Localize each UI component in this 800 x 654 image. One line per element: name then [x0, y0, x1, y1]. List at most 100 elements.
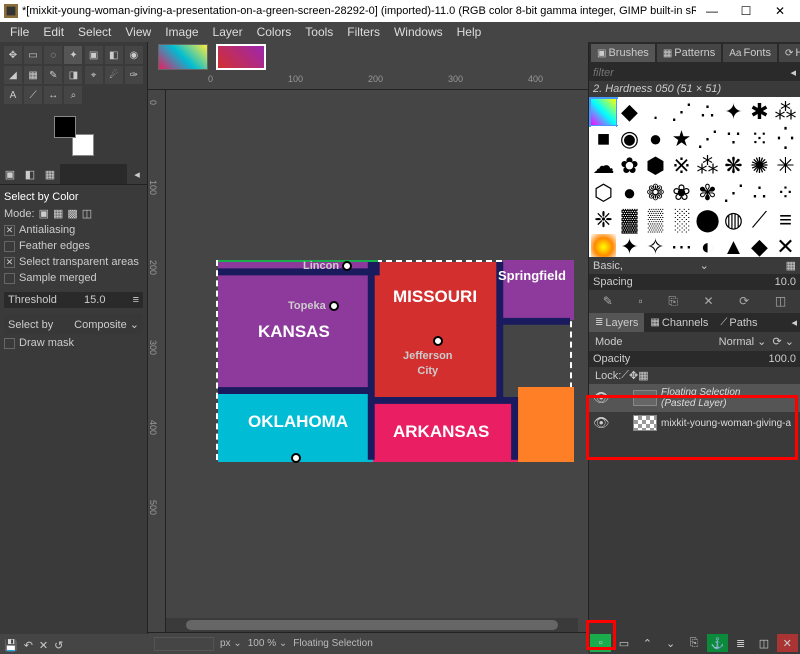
- menu-layer[interactable]: Layer: [207, 23, 249, 41]
- layer-group-button[interactable]: ▭: [613, 634, 634, 652]
- eye-icon[interactable]: 👁: [593, 415, 609, 431]
- devices-tab[interactable]: ◧: [20, 164, 40, 184]
- tool-path[interactable]: ✑: [125, 66, 143, 84]
- tab-brushes[interactable]: ▣ Brushes: [591, 44, 655, 62]
- lock-pixels-icon[interactable]: ⟋: [621, 369, 629, 382]
- lock-alpha-icon[interactable]: ▦: [638, 369, 648, 382]
- zoom-select[interactable]: 100 % ⌄: [248, 638, 288, 649]
- opacity-value[interactable]: 100.0: [768, 353, 796, 365]
- tab-history[interactable]: ⟳ History: [779, 44, 800, 62]
- tool-brush[interactable]: ✎: [44, 66, 62, 84]
- selectby-value[interactable]: Composite: [74, 319, 127, 331]
- close-button[interactable]: ✕: [764, 2, 796, 20]
- tool-text[interactable]: A: [4, 86, 22, 104]
- tab-layers[interactable]: ≣ Layers: [589, 313, 644, 332]
- spacing-value[interactable]: 10.0: [775, 276, 796, 288]
- tool-gradient[interactable]: ▦: [24, 66, 42, 84]
- antialias-checkbox[interactable]: ✕: [4, 225, 15, 236]
- threshold-stepper[interactable]: ≡: [133, 294, 139, 306]
- tab-paths[interactable]: ⟋ Paths: [714, 313, 763, 332]
- mode-intersect-icon[interactable]: ◫: [82, 207, 92, 220]
- tab-fonts[interactable]: Aa Fonts: [723, 44, 777, 62]
- new-brush-icon[interactable]: ▫: [638, 294, 642, 309]
- tool-picker[interactable]: ⟋: [24, 86, 42, 104]
- brush-grid-icon[interactable]: ▦: [786, 259, 796, 272]
- brush-filter-input[interactable]: [593, 67, 790, 79]
- horizontal-scrollbar[interactable]: [166, 618, 578, 632]
- open-brush-icon[interactable]: ◫: [775, 294, 786, 309]
- new-layer-button[interactable]: ▫: [590, 634, 611, 652]
- delete-preset-icon[interactable]: ✕: [39, 639, 48, 652]
- mode-replace-icon[interactable]: ▣: [39, 207, 49, 220]
- tab-patterns[interactable]: ▦ Patterns: [657, 44, 721, 62]
- edit-brush-icon[interactable]: ✎: [603, 294, 613, 309]
- menu-view[interactable]: View: [119, 23, 157, 41]
- layer-floating-selection[interactable]: 👁 Floating Selection(Pasted Layer): [589, 384, 800, 412]
- mode-subtract-icon[interactable]: ▩: [67, 207, 77, 220]
- dup-layer-button[interactable]: ⎘: [683, 634, 704, 652]
- del-brush-icon[interactable]: ✕: [704, 294, 714, 309]
- merge-layer-button[interactable]: ≣: [730, 634, 751, 652]
- refresh-brush-icon[interactable]: ⟳: [739, 294, 749, 309]
- tool-move[interactable]: ✥: [4, 46, 22, 64]
- menu-edit[interactable]: Edit: [37, 23, 70, 41]
- fg-color[interactable]: [54, 116, 76, 138]
- minimize-button[interactable]: —: [696, 2, 728, 20]
- tool-options-tab[interactable]: ▣: [0, 164, 20, 184]
- tool-transform[interactable]: ◧: [105, 46, 123, 64]
- menu-image[interactable]: Image: [159, 23, 204, 41]
- unit-select[interactable]: px ⌄: [220, 638, 242, 649]
- layer-base[interactable]: 👁 mixkit-young-woman-giving-a: [589, 412, 800, 434]
- menu-windows[interactable]: Windows: [388, 23, 449, 41]
- dup-brush-icon[interactable]: ⎘: [668, 294, 678, 309]
- tool-rect-select[interactable]: ▭: [24, 46, 42, 64]
- tool-crop[interactable]: ▣: [85, 46, 103, 64]
- brush-preset-basic[interactable]: Basic,: [593, 260, 623, 272]
- color-swatches[interactable]: [54, 116, 94, 156]
- save-preset-icon[interactable]: 💾: [4, 639, 18, 652]
- images-tab[interactable]: ▦: [40, 164, 60, 184]
- filter-menu-icon[interactable]: ◂: [790, 66, 796, 79]
- chevron-down-icon[interactable]: ⌄: [700, 259, 709, 272]
- tab-channels[interactable]: ▦ Channels: [644, 313, 714, 332]
- menu-tools[interactable]: Tools: [299, 23, 339, 41]
- lock-pos-icon[interactable]: ✥: [629, 369, 638, 382]
- document-thumb-2[interactable]: [216, 44, 266, 70]
- maximize-button[interactable]: ☐: [730, 2, 762, 20]
- tool-clone[interactable]: ⌖: [85, 66, 103, 84]
- menu-help[interactable]: Help: [451, 23, 488, 41]
- anchor-layer-button[interactable]: ⚓: [707, 634, 728, 652]
- brush-grid[interactable]: ◆.⋰∴✦✱⁂ ■◉●★⋰∵⁙⁛ ☁✿⬢※⁂❋✺✳ ⬡●❁❀✾⋰∴⁘ ❈▓▒░⬤…: [589, 97, 800, 257]
- tool-fuzzy-select[interactable]: ✦: [64, 46, 82, 64]
- tool-measure[interactable]: ↔: [44, 86, 62, 104]
- canvas[interactable]: Lincon KANSAS Topeka MISSOURI JeffersonC…: [166, 90, 588, 634]
- menu-filters[interactable]: Filters: [341, 23, 386, 41]
- tool-free-select[interactable]: ◌: [44, 46, 62, 64]
- raise-layer-button[interactable]: ⌃: [637, 634, 658, 652]
- document-thumb-1[interactable]: [158, 44, 208, 70]
- panel-menu-icon[interactable]: ◂: [127, 164, 147, 184]
- delete-layer-button[interactable]: ✕: [777, 634, 798, 652]
- tool-smudge[interactable]: ☄: [105, 66, 123, 84]
- tool-warp[interactable]: ◉: [125, 46, 143, 64]
- sample-checkbox[interactable]: [4, 273, 15, 284]
- transparent-checkbox[interactable]: ✕: [4, 257, 15, 268]
- mask-layer-button[interactable]: ◫: [753, 634, 774, 652]
- tool-bucket[interactable]: ◢: [4, 66, 22, 84]
- menu-select[interactable]: Select: [72, 23, 117, 41]
- mode-add-icon[interactable]: ▦: [53, 207, 63, 220]
- menu-file[interactable]: File: [4, 23, 35, 41]
- drawmask-checkbox[interactable]: [4, 338, 15, 349]
- tool-eraser[interactable]: ◨: [64, 66, 82, 84]
- lower-layer-button[interactable]: ⌄: [660, 634, 681, 652]
- eye-icon[interactable]: 👁: [593, 390, 609, 406]
- threshold-value[interactable]: 15.0: [84, 294, 105, 306]
- feather-checkbox[interactable]: [4, 241, 15, 252]
- restore-preset-icon[interactable]: ↶: [24, 639, 33, 652]
- tool-zoom[interactable]: ⌕: [64, 86, 82, 104]
- reset-preset-icon[interactable]: ↺: [54, 639, 63, 652]
- chevron-down-icon[interactable]: ⌄: [130, 319, 139, 331]
- panel-menu-icon[interactable]: ◂: [788, 313, 800, 332]
- menu-colors[interactable]: Colors: [251, 23, 298, 41]
- mode-value[interactable]: Normal: [719, 336, 754, 348]
